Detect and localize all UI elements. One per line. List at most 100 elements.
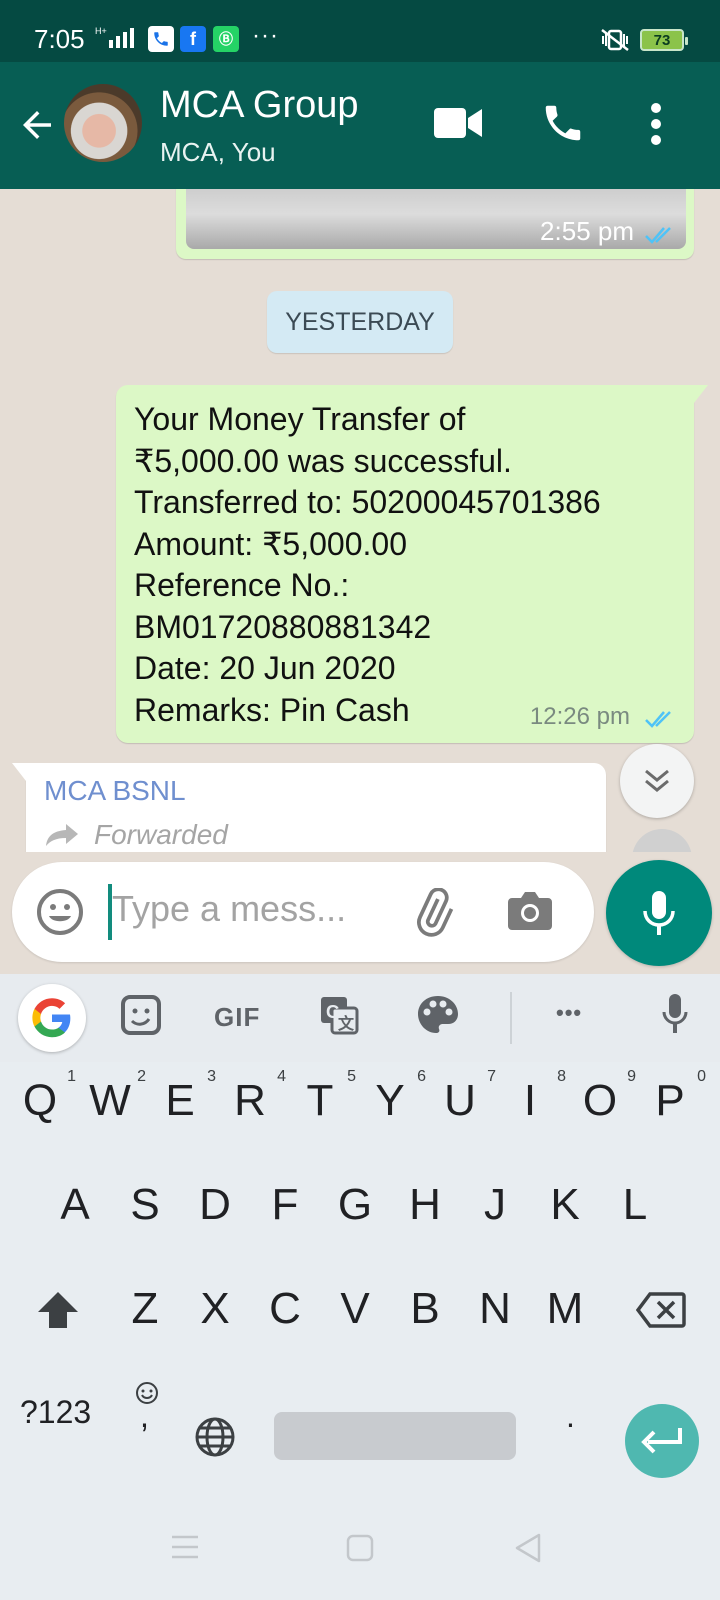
- facebook-notification-icon: f: [180, 26, 206, 52]
- system-navigation-bar: [0, 1508, 720, 1600]
- group-avatar[interactable]: [64, 84, 142, 162]
- key[interactable]: B: [395, 1284, 455, 1334]
- globe-icon[interactable]: [194, 1416, 236, 1458]
- svg-text:H+: H+: [95, 26, 107, 36]
- voice-message-button[interactable]: [606, 860, 712, 966]
- key[interactable]: O9: [570, 1068, 636, 1126]
- theme-palette-icon[interactable]: [416, 994, 460, 1036]
- key[interactable]: V: [325, 1284, 385, 1334]
- forwarded-label: Forwarded: [94, 819, 228, 850]
- key[interactable]: H: [395, 1180, 455, 1230]
- google-icon[interactable]: [18, 984, 86, 1052]
- chat-title[interactable]: MCA Group: [160, 84, 359, 127]
- status-bar: 7:05 H+ f Ⓑ ··· 73: [0, 0, 720, 62]
- backspace-icon[interactable]: [636, 1292, 686, 1328]
- key[interactable]: P0: [640, 1068, 706, 1126]
- key[interactable]: M: [535, 1284, 595, 1334]
- chat-subtitle[interactable]: MCA, You: [160, 137, 276, 168]
- composer-bar: Type a mess...: [0, 852, 720, 974]
- message-input-container[interactable]: Type a mess...: [12, 862, 594, 962]
- forwarded-indicator: Forwarded: [44, 819, 228, 851]
- incoming-message[interactable]: MCA BSNL Forwarded: [12, 763, 606, 852]
- key[interactable]: L: [605, 1180, 665, 1230]
- key[interactable]: Z: [115, 1284, 175, 1334]
- key[interactable]: F: [255, 1180, 315, 1230]
- voice-call-icon[interactable]: [540, 100, 586, 146]
- key[interactable]: X: [185, 1284, 245, 1334]
- svg-text:文: 文: [338, 1014, 355, 1033]
- message-line: Transferred to: 50200045701386: [134, 484, 601, 520]
- date-divider: YESTERDAY: [267, 291, 453, 353]
- key[interactable]: C: [255, 1284, 315, 1334]
- keyboard-toolbar: GIF G 文 •••: [0, 974, 720, 1062]
- microphone-icon: [643, 891, 675, 935]
- spacebar-key[interactable]: [274, 1412, 516, 1460]
- message-line: Amount: ₹5,000.00: [134, 525, 407, 562]
- back-nav-icon[interactable]: [514, 1532, 542, 1564]
- enter-key[interactable]: [625, 1404, 699, 1478]
- signal-icon: H+: [95, 26, 134, 48]
- message-line: BM01720880881342: [134, 608, 432, 645]
- message-line: ₹5,000.00 was successful.: [134, 442, 512, 479]
- key[interactable]: G: [325, 1180, 385, 1230]
- whatsapp-business-notification-icon: Ⓑ: [213, 26, 239, 52]
- message-line: Reference No.:: [134, 567, 350, 603]
- video-call-icon[interactable]: [434, 106, 482, 140]
- symbols-key[interactable]: ?123: [20, 1394, 91, 1431]
- gif-button[interactable]: GIF: [214, 1002, 260, 1033]
- menu-nav-icon[interactable]: [170, 1534, 200, 1560]
- read-ticks-icon: [645, 711, 671, 728]
- message-time: 12:26 pm: [529, 703, 630, 730]
- key[interactable]: Q1: [10, 1068, 76, 1126]
- key[interactable]: R4: [220, 1068, 286, 1126]
- key[interactable]: J: [465, 1180, 525, 1230]
- key[interactable]: Y6: [360, 1068, 426, 1126]
- back-arrow-icon[interactable]: [16, 104, 58, 146]
- vibrate-off-icon: [601, 29, 629, 51]
- toolbar-divider: [510, 992, 512, 1044]
- chat-header: MCA Group MCA, You: [0, 62, 720, 189]
- message-line: Date: 20 Jun 2020: [134, 650, 396, 686]
- outgoing-message[interactable]: Your Money Transfer of ₹5,000.00 was suc…: [116, 385, 708, 743]
- sticker-icon[interactable]: [120, 994, 162, 1036]
- home-nav-icon[interactable]: [346, 1534, 374, 1562]
- more-options-icon[interactable]: [648, 102, 664, 146]
- message-line: Your Money Transfer of: [134, 401, 466, 437]
- key[interactable]: S: [115, 1180, 175, 1230]
- sender-name[interactable]: MCA BSNL: [44, 775, 186, 807]
- status-time: 7:05: [34, 24, 85, 54]
- key[interactable]: K: [535, 1180, 595, 1230]
- key[interactable]: N: [465, 1284, 525, 1334]
- more-notifications-icon: ···: [252, 22, 279, 49]
- key[interactable]: W2: [80, 1068, 146, 1126]
- voice-typing-icon[interactable]: [660, 992, 690, 1038]
- key[interactable]: E3: [150, 1068, 216, 1126]
- enter-arrow-icon: [641, 1428, 682, 1454]
- comma-key[interactable]: ,: [140, 1398, 149, 1435]
- camera-icon[interactable]: [506, 888, 554, 934]
- keyboard: Q1 W2 E3 R4 T5 Y6 U7 I8 O9 P0 A S D F G …: [0, 1062, 720, 1508]
- read-ticks-icon: [645, 227, 671, 244]
- battery-icon: 73: [640, 29, 688, 51]
- chat-messages[interactable]: 2:55 pm YESTERDAY Your Money Transfer of…: [0, 189, 720, 852]
- key[interactable]: I8: [500, 1068, 566, 1126]
- message-time: 2:55 pm: [540, 216, 634, 246]
- key[interactable]: T5: [290, 1068, 356, 1126]
- translate-icon[interactable]: G 文: [318, 994, 360, 1036]
- forward-arrow-icon: [46, 824, 78, 846]
- phone-notification-icon: [148, 26, 174, 52]
- scroll-to-bottom-button[interactable]: [620, 744, 694, 818]
- unread-indicator: [632, 829, 692, 852]
- shift-icon[interactable]: [36, 1290, 80, 1330]
- message-input[interactable]: Type a mess...: [112, 888, 346, 930]
- message-text: Your Money Transfer of ₹5,000.00 was suc…: [134, 399, 601, 731]
- image-message[interactable]: 2:55 pm: [176, 189, 694, 259]
- paperclip-icon[interactable]: [408, 888, 458, 938]
- key[interactable]: U7: [430, 1068, 496, 1126]
- more-tools-button[interactable]: •••: [556, 1000, 582, 1026]
- double-chevron-down-icon: [645, 769, 669, 792]
- emoji-icon[interactable]: [34, 886, 86, 938]
- period-key[interactable]: .: [566, 1398, 575, 1435]
- key[interactable]: A: [45, 1180, 105, 1230]
- key[interactable]: D: [185, 1180, 245, 1230]
